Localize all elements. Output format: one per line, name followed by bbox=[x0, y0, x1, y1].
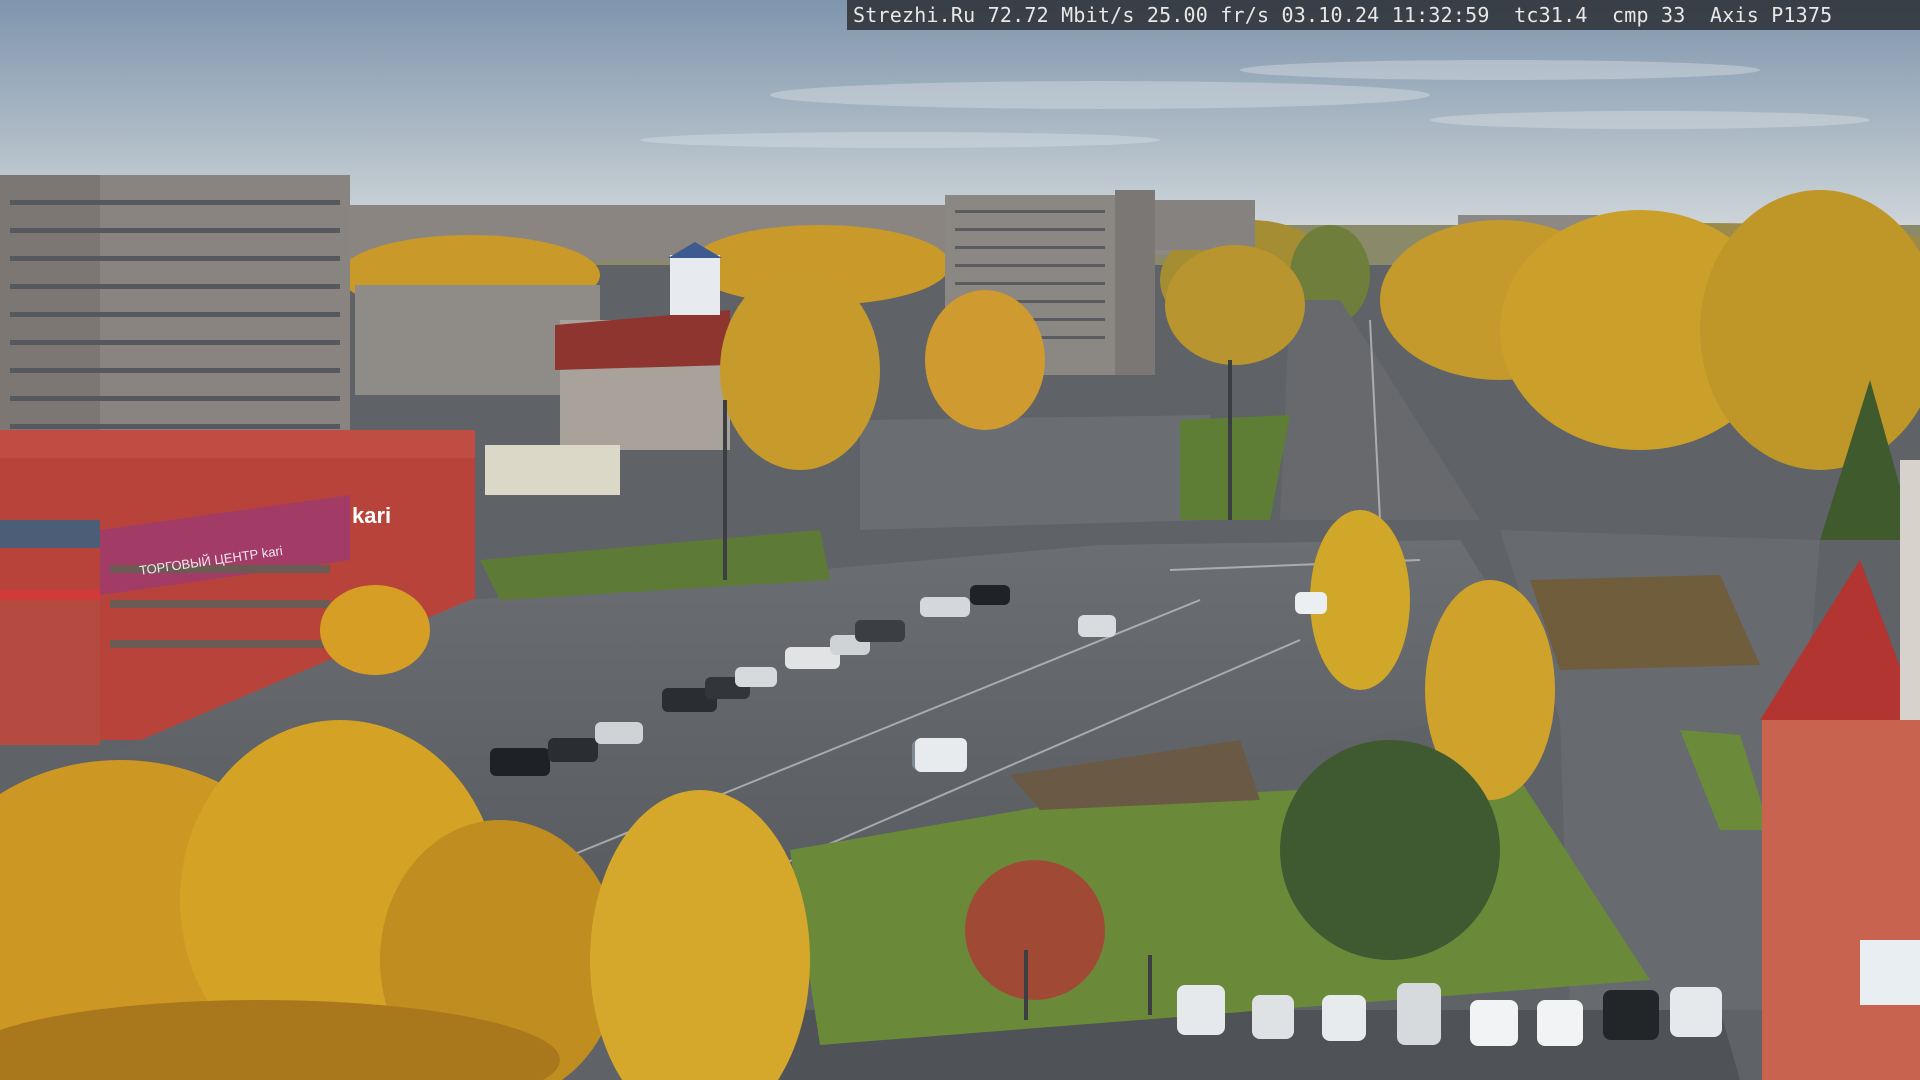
overlay-site: Strezhi.Ru bbox=[853, 3, 976, 27]
overlay-camera-model: Axis P1375 bbox=[1709, 3, 1833, 27]
overlay-time: 11:32:59 bbox=[1391, 3, 1490, 27]
camera-overlay-bar: Strezhi.Ru 72.72 Mbit/s 25.00 fr/s 03.10… bbox=[847, 0, 1920, 30]
overlay-framerate: 25.00 fr/s bbox=[1146, 3, 1270, 27]
overlay-bitrate: 72.72 Mbit/s bbox=[987, 3, 1135, 27]
webcam-scene: kari ТОРГОВЫЙ ЦЕНТР kari bbox=[0, 0, 1920, 1080]
overlay-cmp: cmp 33 bbox=[1612, 3, 1686, 27]
store-brand-sign: kari bbox=[352, 503, 391, 528]
overlay-tc: tc31.4 bbox=[1514, 3, 1588, 27]
overlay-date: 03.10.24 bbox=[1281, 3, 1380, 27]
